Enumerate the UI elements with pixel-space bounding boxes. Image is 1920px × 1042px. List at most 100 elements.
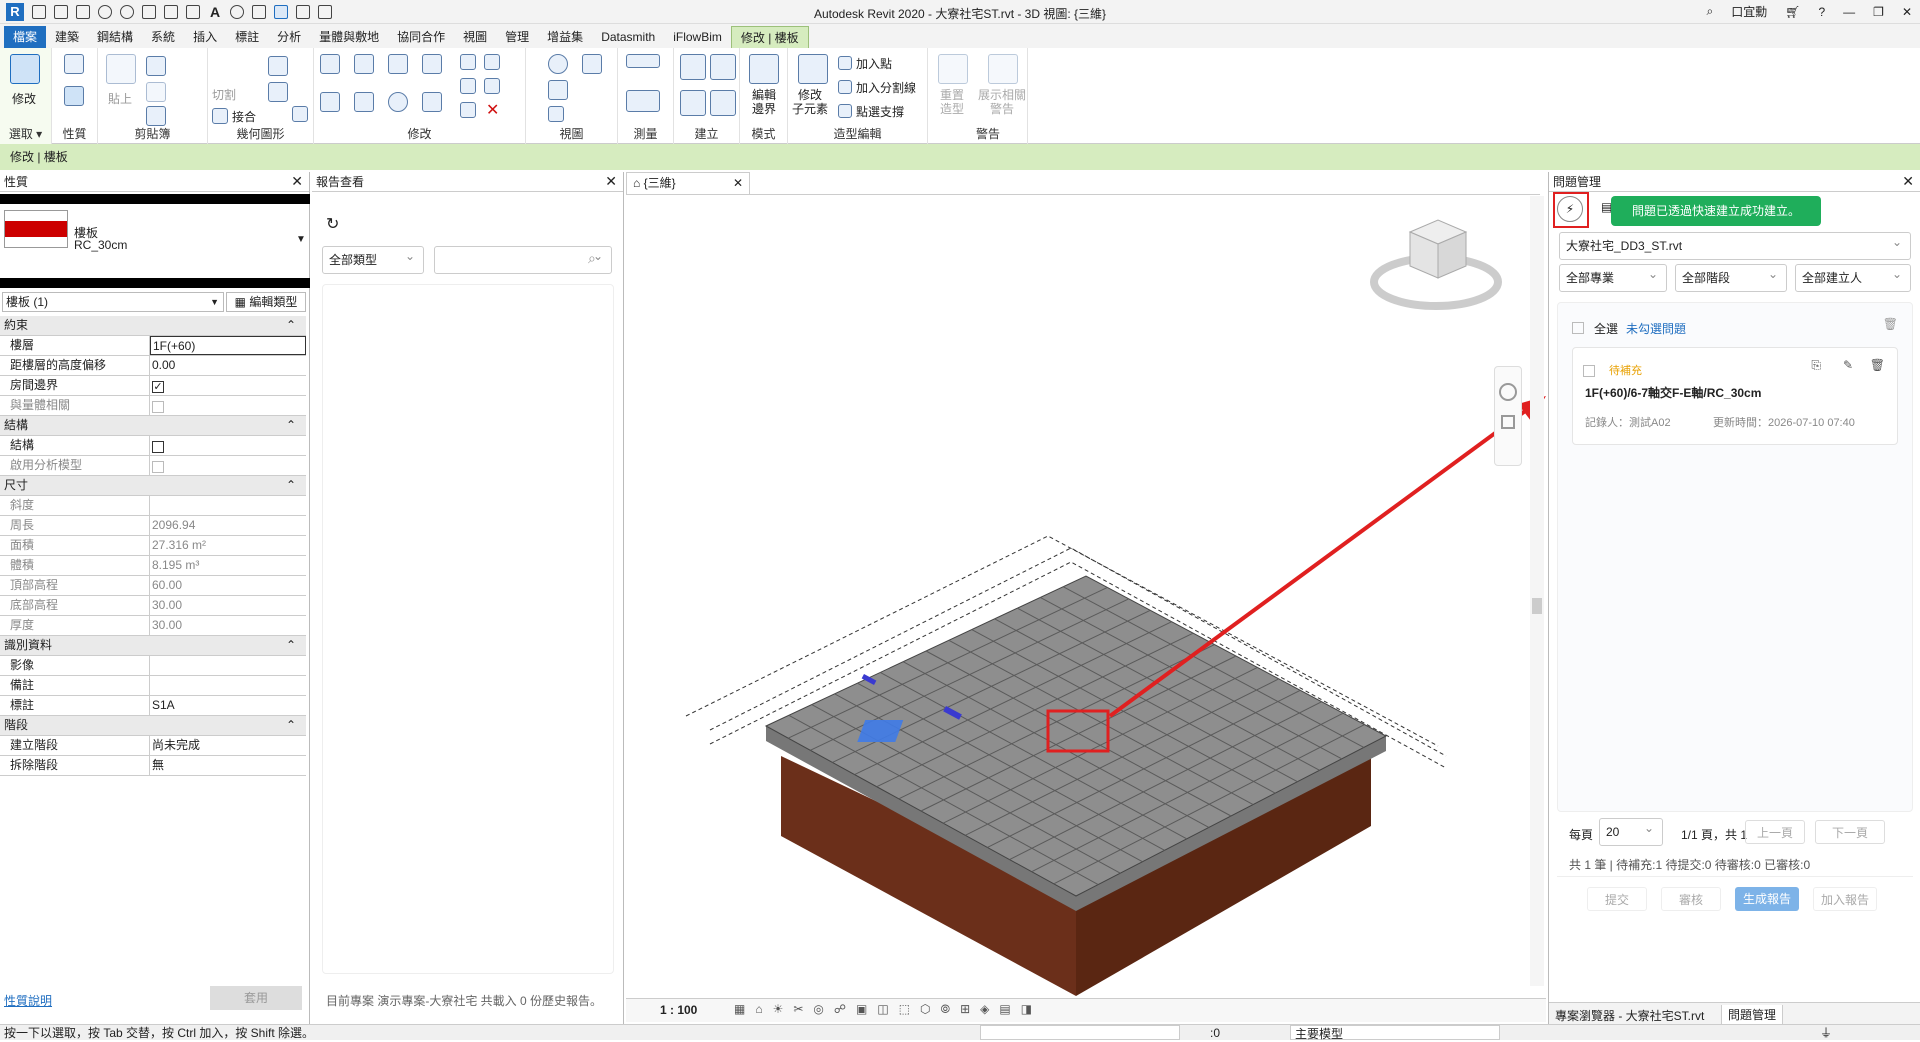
refresh-icon[interactable]: ↻ <box>326 214 339 234</box>
property-value[interactable]: 2096.94 <box>150 516 306 535</box>
ribbon-tab-6[interactable]: 分析 <box>268 26 310 48</box>
join-icon[interactable] <box>212 108 228 124</box>
property-section[interactable]: 結構 ⌃ <box>0 416 306 436</box>
ribbon-tab-7[interactable]: 量體與敷地 <box>310 26 388 48</box>
property-checkbox-cell[interactable] <box>150 396 306 415</box>
pin-icon[interactable] <box>484 78 500 94</box>
edit-type-button[interactable]: ▦ 編輯類型 <box>226 292 306 312</box>
property-value[interactable]: 0.00 <box>150 356 306 375</box>
open-icon[interactable] <box>32 4 46 19</box>
property-value[interactable] <box>150 676 306 695</box>
per-page-select[interactable]: 20 <box>1599 815 1663 846</box>
filter-discipline[interactable]: 全部專業 <box>1559 261 1667 292</box>
property-checkbox[interactable] <box>152 401 164 414</box>
match-type-icon[interactable] <box>146 106 166 126</box>
property-value[interactable]: 30.00 <box>150 616 306 635</box>
nav-bar[interactable] <box>1494 366 1522 466</box>
generate-report-button[interactable]: 生成報告 <box>1735 887 1799 911</box>
split-face-icon[interactable] <box>268 82 288 102</box>
split-icon[interactable] <box>460 78 476 94</box>
thin-lines-icon[interactable] <box>274 4 288 19</box>
view-3d[interactable]: ⌂ {三維} ✕ 1 : 100 ▦⌂☀✂◎☍▣◫⬚⬡⦾⊞◈▤◨ <box>626 172 1546 1024</box>
issue-title[interactable]: 1F(+60)/6-7軸交F-E軸/RC_30cm <box>1585 384 1761 401</box>
measure-dimension-icon[interactable] <box>626 54 660 68</box>
show-warnings-icon[interactable] <box>988 54 1018 84</box>
binoculars-icon[interactable]: ⌕ <box>1707 4 1714 19</box>
property-checkbox[interactable] <box>152 441 164 454</box>
add-to-report-button[interactable]: 加入報告 <box>1813 887 1877 911</box>
property-value[interactable]: 27.316 m² <box>150 536 306 555</box>
issue-card[interactable]: 待補充 ⎘ ✎ 🗑︎ 1F(+60)/6-7軸交F-E軸/RC_30cm 記錄人… <box>1572 347 1898 445</box>
ribbon-tab-13[interactable]: iFlowBim <box>664 26 731 48</box>
next-page-button[interactable]: 下一頁 <box>1815 820 1885 844</box>
collapse-icon[interactable]: ⌃ <box>286 416 306 435</box>
project-file-select[interactable]: 大寮社宅_DD3_ST.rvt <box>1559 229 1911 260</box>
trash-icon[interactable]: 🗑︎ <box>1883 317 1898 331</box>
property-section[interactable]: 識別資料 ⌃ <box>0 636 306 656</box>
type-dropdown-icon[interactable]: ▼ <box>296 234 306 245</box>
rotate-icon[interactable] <box>388 92 408 112</box>
ribbon-tab-10[interactable]: 管理 <box>496 26 538 48</box>
ribbon-tab-4[interactable]: 插入 <box>184 26 226 48</box>
add-split-line-label[interactable]: 加入分割線 <box>856 79 916 96</box>
ribbon-tab-2[interactable]: 鋼結構 <box>88 26 142 48</box>
collapse-icon[interactable]: ⌃ <box>286 476 306 495</box>
text-icon[interactable]: A <box>208 5 222 19</box>
tab-issue-management[interactable]: 問題管理 <box>1721 1005 1784 1025</box>
close-icon[interactable]: ✕ <box>1902 5 1912 19</box>
modify-cursor-icon[interactable] <box>10 54 40 84</box>
close-icon[interactable]: ✕ <box>291 172 303 190</box>
measure-line-icon[interactable] <box>626 90 660 112</box>
filter-phase[interactable]: 全部階段 <box>1675 261 1787 292</box>
tab-project-browser[interactable]: 專案瀏覽器 - 大寮社宅ST.rvt <box>1555 1007 1704 1024</box>
measure-icon[interactable] <box>164 4 178 19</box>
create-group-icon[interactable] <box>710 54 736 80</box>
mirror-axis-icon[interactable] <box>388 54 408 74</box>
select-dropdown[interactable]: 選取 ▾ <box>0 125 51 142</box>
tag-icon[interactable] <box>186 4 200 19</box>
paste-icon[interactable] <box>106 54 136 84</box>
modify-subelements-label[interactable]: 修改 子元素 <box>792 88 828 116</box>
issue-card-checkbox[interactable] <box>1583 365 1595 377</box>
zoom-region-icon[interactable] <box>1501 415 1515 429</box>
wall-joins-icon[interactable] <box>268 56 288 76</box>
collapse-icon[interactable]: ⌃ <box>286 716 306 735</box>
edit-boundary-icon[interactable] <box>749 54 779 84</box>
collapse-icon[interactable]: ⌃ <box>286 636 306 655</box>
filter-creator[interactable]: 全部建立人 <box>1795 261 1911 292</box>
ribbon-tab-8[interactable]: 協同合作 <box>388 26 454 48</box>
cut-label[interactable]: 切割 <box>212 86 236 103</box>
properties-icon[interactable] <box>64 86 84 106</box>
status-workset-select[interactable] <box>980 1025 1180 1040</box>
ribbon-tab-3[interactable]: 系統 <box>142 26 184 48</box>
cut-icon[interactable] <box>146 56 166 76</box>
property-section[interactable]: 階段 ⌃ <box>0 716 306 736</box>
close-hidden-icon[interactable] <box>296 4 310 19</box>
pick-supports-icon[interactable] <box>838 104 852 118</box>
3d-view-icon[interactable] <box>230 4 244 19</box>
ribbon-tab-9[interactable]: 視圖 <box>454 26 496 48</box>
modify-button-label[interactable]: 修改 <box>12 90 36 107</box>
property-section[interactable]: 尺寸 ⌃ <box>0 476 306 496</box>
create-parts-icon[interactable] <box>680 54 706 80</box>
property-value[interactable]: 尚未完成 <box>150 736 306 755</box>
add-split-line-icon[interactable] <box>838 80 852 94</box>
report-search-input[interactable] <box>434 243 612 274</box>
status-model-select[interactable]: 主要模型 <box>1290 1025 1500 1041</box>
close-icon[interactable]: ✕ <box>605 172 617 190</box>
edit-icon[interactable]: ✎ <box>1843 358 1853 372</box>
apply-button[interactable]: 套用 <box>210 986 302 1010</box>
reset-shape-icon[interactable] <box>938 54 968 84</box>
print-icon[interactable] <box>142 4 156 19</box>
modify-subelements-icon[interactable] <box>798 54 828 84</box>
switch-windows-icon[interactable] <box>318 4 332 19</box>
property-checkbox-cell[interactable] <box>150 436 306 455</box>
steering-wheel-icon[interactable] <box>1499 383 1517 401</box>
ribbon-tab-11[interactable]: 增益集 <box>538 26 592 48</box>
help-icon[interactable]: ? <box>1818 5 1825 19</box>
select-all-checkbox[interactable] <box>1572 322 1584 334</box>
offset-icon[interactable] <box>354 54 374 74</box>
create-similar-icon[interactable] <box>680 90 706 116</box>
filter-icon[interactable]: ⏚ <box>1820 1025 1832 1041</box>
section-icon[interactable] <box>252 4 266 19</box>
